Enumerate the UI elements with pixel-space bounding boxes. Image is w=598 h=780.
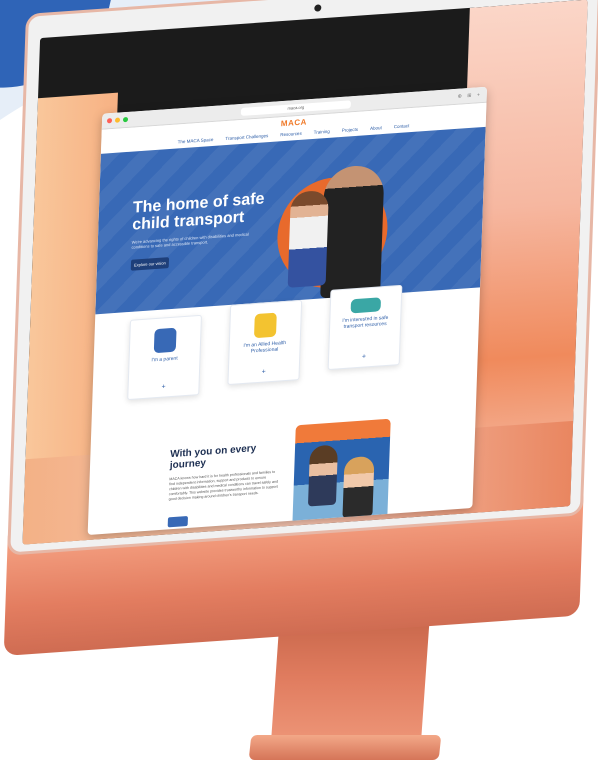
- imac-screen: maca.org ⊕ ⊞ + MACA The MACA Space Trans…: [22, 0, 588, 545]
- nav-item-resources[interactable]: Resources: [280, 130, 302, 137]
- health-professional-icon: [253, 312, 277, 339]
- zoom-window-button[interactable]: [122, 116, 129, 123]
- card-allied-health[interactable]: I'm an Allied Health Professional +: [227, 299, 303, 386]
- close-window-button[interactable]: [106, 118, 113, 124]
- expand-icon: +: [361, 353, 367, 361]
- browser-window: maca.org ⊕ ⊞ + MACA The MACA Space Trans…: [87, 86, 488, 535]
- hero-photo-child: [287, 189, 329, 288]
- expand-icon: +: [161, 383, 166, 391]
- hero-section: The home of safe child transport We're a…: [95, 126, 486, 315]
- nav-item-transport-challenges[interactable]: Transport Challenges: [225, 133, 268, 141]
- journey-photo-child-2: [342, 455, 375, 519]
- hero-photo-adult: [320, 163, 385, 299]
- journey-button[interactable]: [167, 515, 188, 528]
- site-logo[interactable]: MACA: [281, 117, 307, 128]
- imac-bezel: maca.org ⊕ ⊞ + MACA The MACA Space Trans…: [7, 0, 598, 556]
- nav-item-maca-space[interactable]: The MACA Space: [178, 136, 214, 144]
- nav-item-contact[interactable]: Contact: [394, 123, 410, 129]
- minimize-window-button[interactable]: [114, 117, 121, 123]
- card-resources[interactable]: I'm interested in safe transport resourc…: [327, 284, 403, 371]
- imac-monitor: maca.org ⊕ ⊞ + MACA The MACA Space Trans…: [3, 0, 598, 656]
- imac-stand: [270, 615, 430, 755]
- journey-photo: [292, 418, 391, 526]
- seatbelt-icon: [350, 297, 382, 314]
- journey-title: With you on every journey: [169, 443, 257, 472]
- imac-stand-foot: [248, 735, 442, 760]
- nav-item-projects[interactable]: Projects: [342, 126, 358, 132]
- journey-photo-child-1: [307, 444, 339, 507]
- nav-item-training[interactable]: Training: [314, 128, 330, 134]
- nav-item-about[interactable]: About: [370, 125, 382, 131]
- browser-action-icons[interactable]: ⊕ ⊞ +: [458, 92, 482, 100]
- parent-icon: [153, 327, 177, 354]
- expand-icon: +: [261, 368, 266, 376]
- camera-icon: [314, 4, 322, 12]
- card-resources-label: I'm interested in safe transport resourc…: [342, 314, 389, 330]
- card-parent[interactable]: I'm a parent +: [127, 314, 202, 401]
- card-allied-health-label: I'm an Allied Health Professional: [243, 339, 287, 355]
- journey-body: MACA knows how hard it is for health pro…: [168, 469, 279, 502]
- card-parent-label: I'm a parent: [151, 355, 178, 364]
